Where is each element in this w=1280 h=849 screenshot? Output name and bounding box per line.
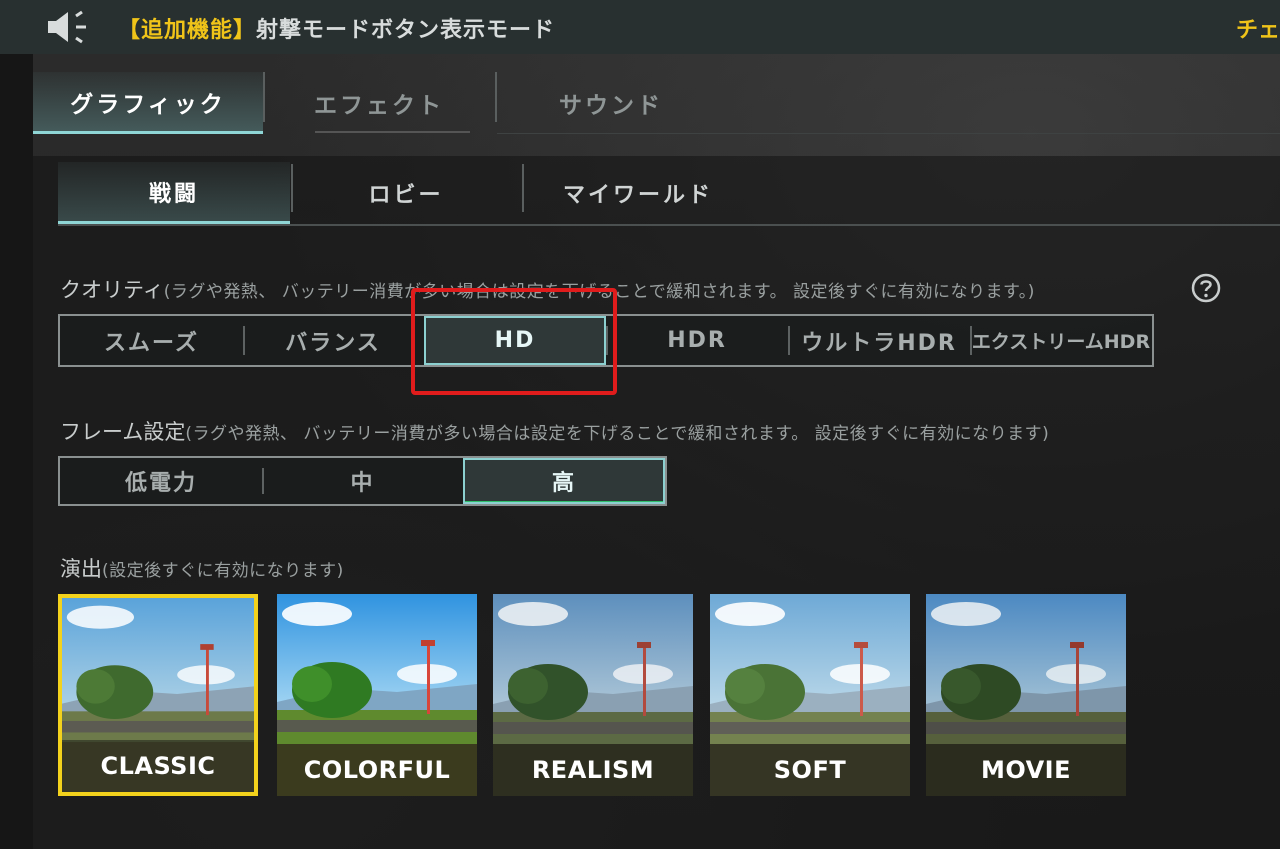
notice-tag: 【追加機能】 <box>118 18 257 43</box>
speaker-icon <box>48 10 86 44</box>
notice-right-text: チェ <box>1236 18 1280 43</box>
subtab-my-world[interactable]: マイワールド <box>524 162 752 224</box>
frame-section-title: フレーム設定(ラグや発熱、 バッテリー消費が多い場合は設定を下げることで緩和され… <box>60 416 1049 446</box>
style-option-realism[interactable]: REALISM <box>493 594 693 796</box>
tab-effects[interactable]: エフェクト <box>265 72 493 134</box>
quality-option-ultra-hdr[interactable]: ウルトラHDR <box>788 316 970 365</box>
frame-option-high[interactable]: 高 <box>463 458 665 504</box>
frame-title: フレーム設定 <box>60 420 186 444</box>
style-label: COLORFUL <box>277 744 477 796</box>
notice-text: 【追加機能】射撃モードボタン表示モード <box>118 12 555 44</box>
style-option-movie[interactable]: MOVIE <box>926 594 1126 796</box>
style-label: MOVIE <box>926 744 1126 796</box>
question-circle-icon[interactable] <box>1190 272 1222 304</box>
style-option-soft[interactable]: SOFT <box>710 594 910 796</box>
quality-title: クオリティ <box>60 278 164 302</box>
style-label: CLASSIC <box>62 740 254 792</box>
style-label: SOFT <box>710 744 910 796</box>
style-option-colorful[interactable]: COLORFUL <box>277 594 477 796</box>
frame-note: (ラグや発熱、 バッテリー消費が多い場合は設定を下げることで緩和されます。 設定… <box>185 424 1050 444</box>
style-section-title: 演出(設定後すぐに有効になります) <box>60 553 344 583</box>
left-edge <box>0 54 33 849</box>
tab-underline <box>315 131 470 133</box>
subtab-battle[interactable]: 戦闘 <box>58 162 290 224</box>
subtab-baseline <box>58 224 1280 226</box>
subtab-lobby[interactable]: ロビー <box>292 162 520 224</box>
notice-message: 射撃モードボタン表示モード <box>256 18 556 43</box>
frame-option-medium[interactable]: 中 <box>262 458 463 504</box>
quality-option-smooth[interactable]: スムーズ <box>60 316 243 365</box>
quality-option-hdr[interactable]: HDR <box>606 316 788 365</box>
highlight-annotation-box <box>411 288 617 395</box>
frame-option-low-power[interactable]: 低電力 <box>60 458 262 504</box>
style-title: 演出 <box>60 557 102 581</box>
tab-sound[interactable]: サウンド <box>497 72 725 134</box>
style-note: (設定後すぐに有効になります) <box>102 561 344 581</box>
style-option-classic[interactable]: CLASSIC <box>58 594 258 796</box>
quality-option-balanced[interactable]: バランス <box>243 316 423 365</box>
quality-option-extreme-hdr[interactable]: エクストリームHDR <box>970 316 1152 365</box>
frame-selector: 低電力 中 高 <box>58 456 667 506</box>
tab-baseline <box>497 133 1280 134</box>
style-label: REALISM <box>493 744 693 796</box>
tab-graphics[interactable]: グラフィック <box>33 72 263 134</box>
notice-bar: 【追加機能】射撃モードボタン表示モード チェ <box>0 0 1280 54</box>
